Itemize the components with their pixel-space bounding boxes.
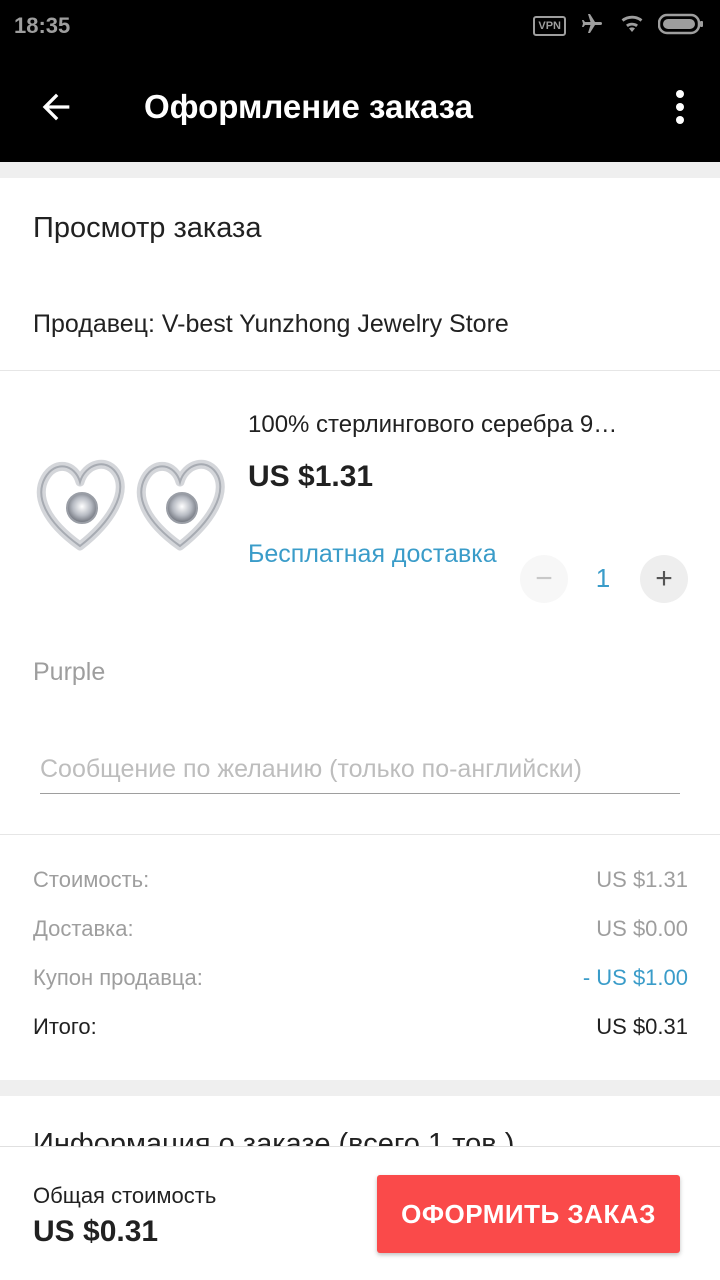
product-variant: Purple — [33, 658, 106, 686]
summary-row-delivery: Доставка: US $0.00 — [33, 916, 688, 942]
page-title: Оформление заказа — [144, 88, 473, 125]
plus-icon: + — [655, 562, 673, 595]
shipping-method-link[interactable]: Бесплатная доставка — [248, 538, 498, 570]
order-review-card: Просмотр заказа Продавец: V-best Yunzhon… — [0, 178, 720, 1080]
coupon-value[interactable]: - US $1.00 — [583, 965, 688, 991]
summary-row-total: Итого: US $0.31 — [33, 1014, 688, 1040]
subtotal-label: Итого: — [33, 1014, 97, 1039]
grand-total-label: Общая стоимость — [33, 1183, 217, 1208]
status-bar: 18:35 VPN — [0, 0, 720, 52]
seller-message-input[interactable] — [40, 746, 680, 794]
quantity-increase-button[interactable]: + — [640, 555, 688, 603]
airplane-icon — [578, 12, 606, 41]
summary-row-coupon[interactable]: Купон продавца: - US $1.00 — [33, 965, 688, 991]
product-price: US $1.31 — [248, 460, 374, 493]
vpn-icon: VPN — [533, 16, 566, 36]
back-button[interactable] — [26, 82, 86, 132]
more-options-button[interactable] — [660, 82, 700, 132]
checkout-bar: Общая стоимость US $0.31 ОФОРМИТЬ ЗАКАЗ — [0, 1146, 720, 1280]
cost-label: Стоимость: — [33, 867, 150, 892]
divider — [0, 370, 720, 371]
delivery-label: Доставка: — [33, 916, 134, 941]
earring-right-icon — [136, 459, 225, 551]
seller-name[interactable]: Продавец: V-best Yunzhong Jewelry Store — [33, 310, 509, 339]
battery-icon — [657, 12, 704, 41]
order-review-title: Просмотр заказа — [33, 212, 262, 244]
arrow-left-icon — [42, 93, 70, 121]
divider — [0, 834, 720, 835]
place-order-button[interactable]: ОФОРМИТЬ ЗАКАЗ — [377, 1175, 680, 1253]
subtotal-value: US $0.31 — [596, 1014, 688, 1039]
quantity-decrease-button[interactable]: − — [520, 555, 568, 603]
coupon-label: Купон продавца: — [33, 965, 203, 990]
product-name[interactable]: 100% стерлингового серебра 9… — [248, 411, 688, 439]
more-vert-icon — [676, 90, 684, 124]
grand-total-value: US $0.31 — [33, 1215, 159, 1248]
cost-value: US $1.31 — [596, 867, 688, 892]
earring-left-icon — [36, 459, 125, 551]
summary-row-cost: Стоимость: US $1.31 — [33, 867, 688, 893]
minus-icon: − — [535, 562, 553, 595]
wifi-icon — [618, 12, 646, 41]
product-image[interactable] — [30, 446, 230, 556]
delivery-value: US $0.00 — [596, 916, 688, 941]
app-bar: Оформление заказа — [0, 52, 720, 162]
quantity-value: 1 — [595, 563, 611, 593]
status-time: 18:35 — [14, 13, 71, 38]
status-icons: VPN — [533, 12, 704, 40]
